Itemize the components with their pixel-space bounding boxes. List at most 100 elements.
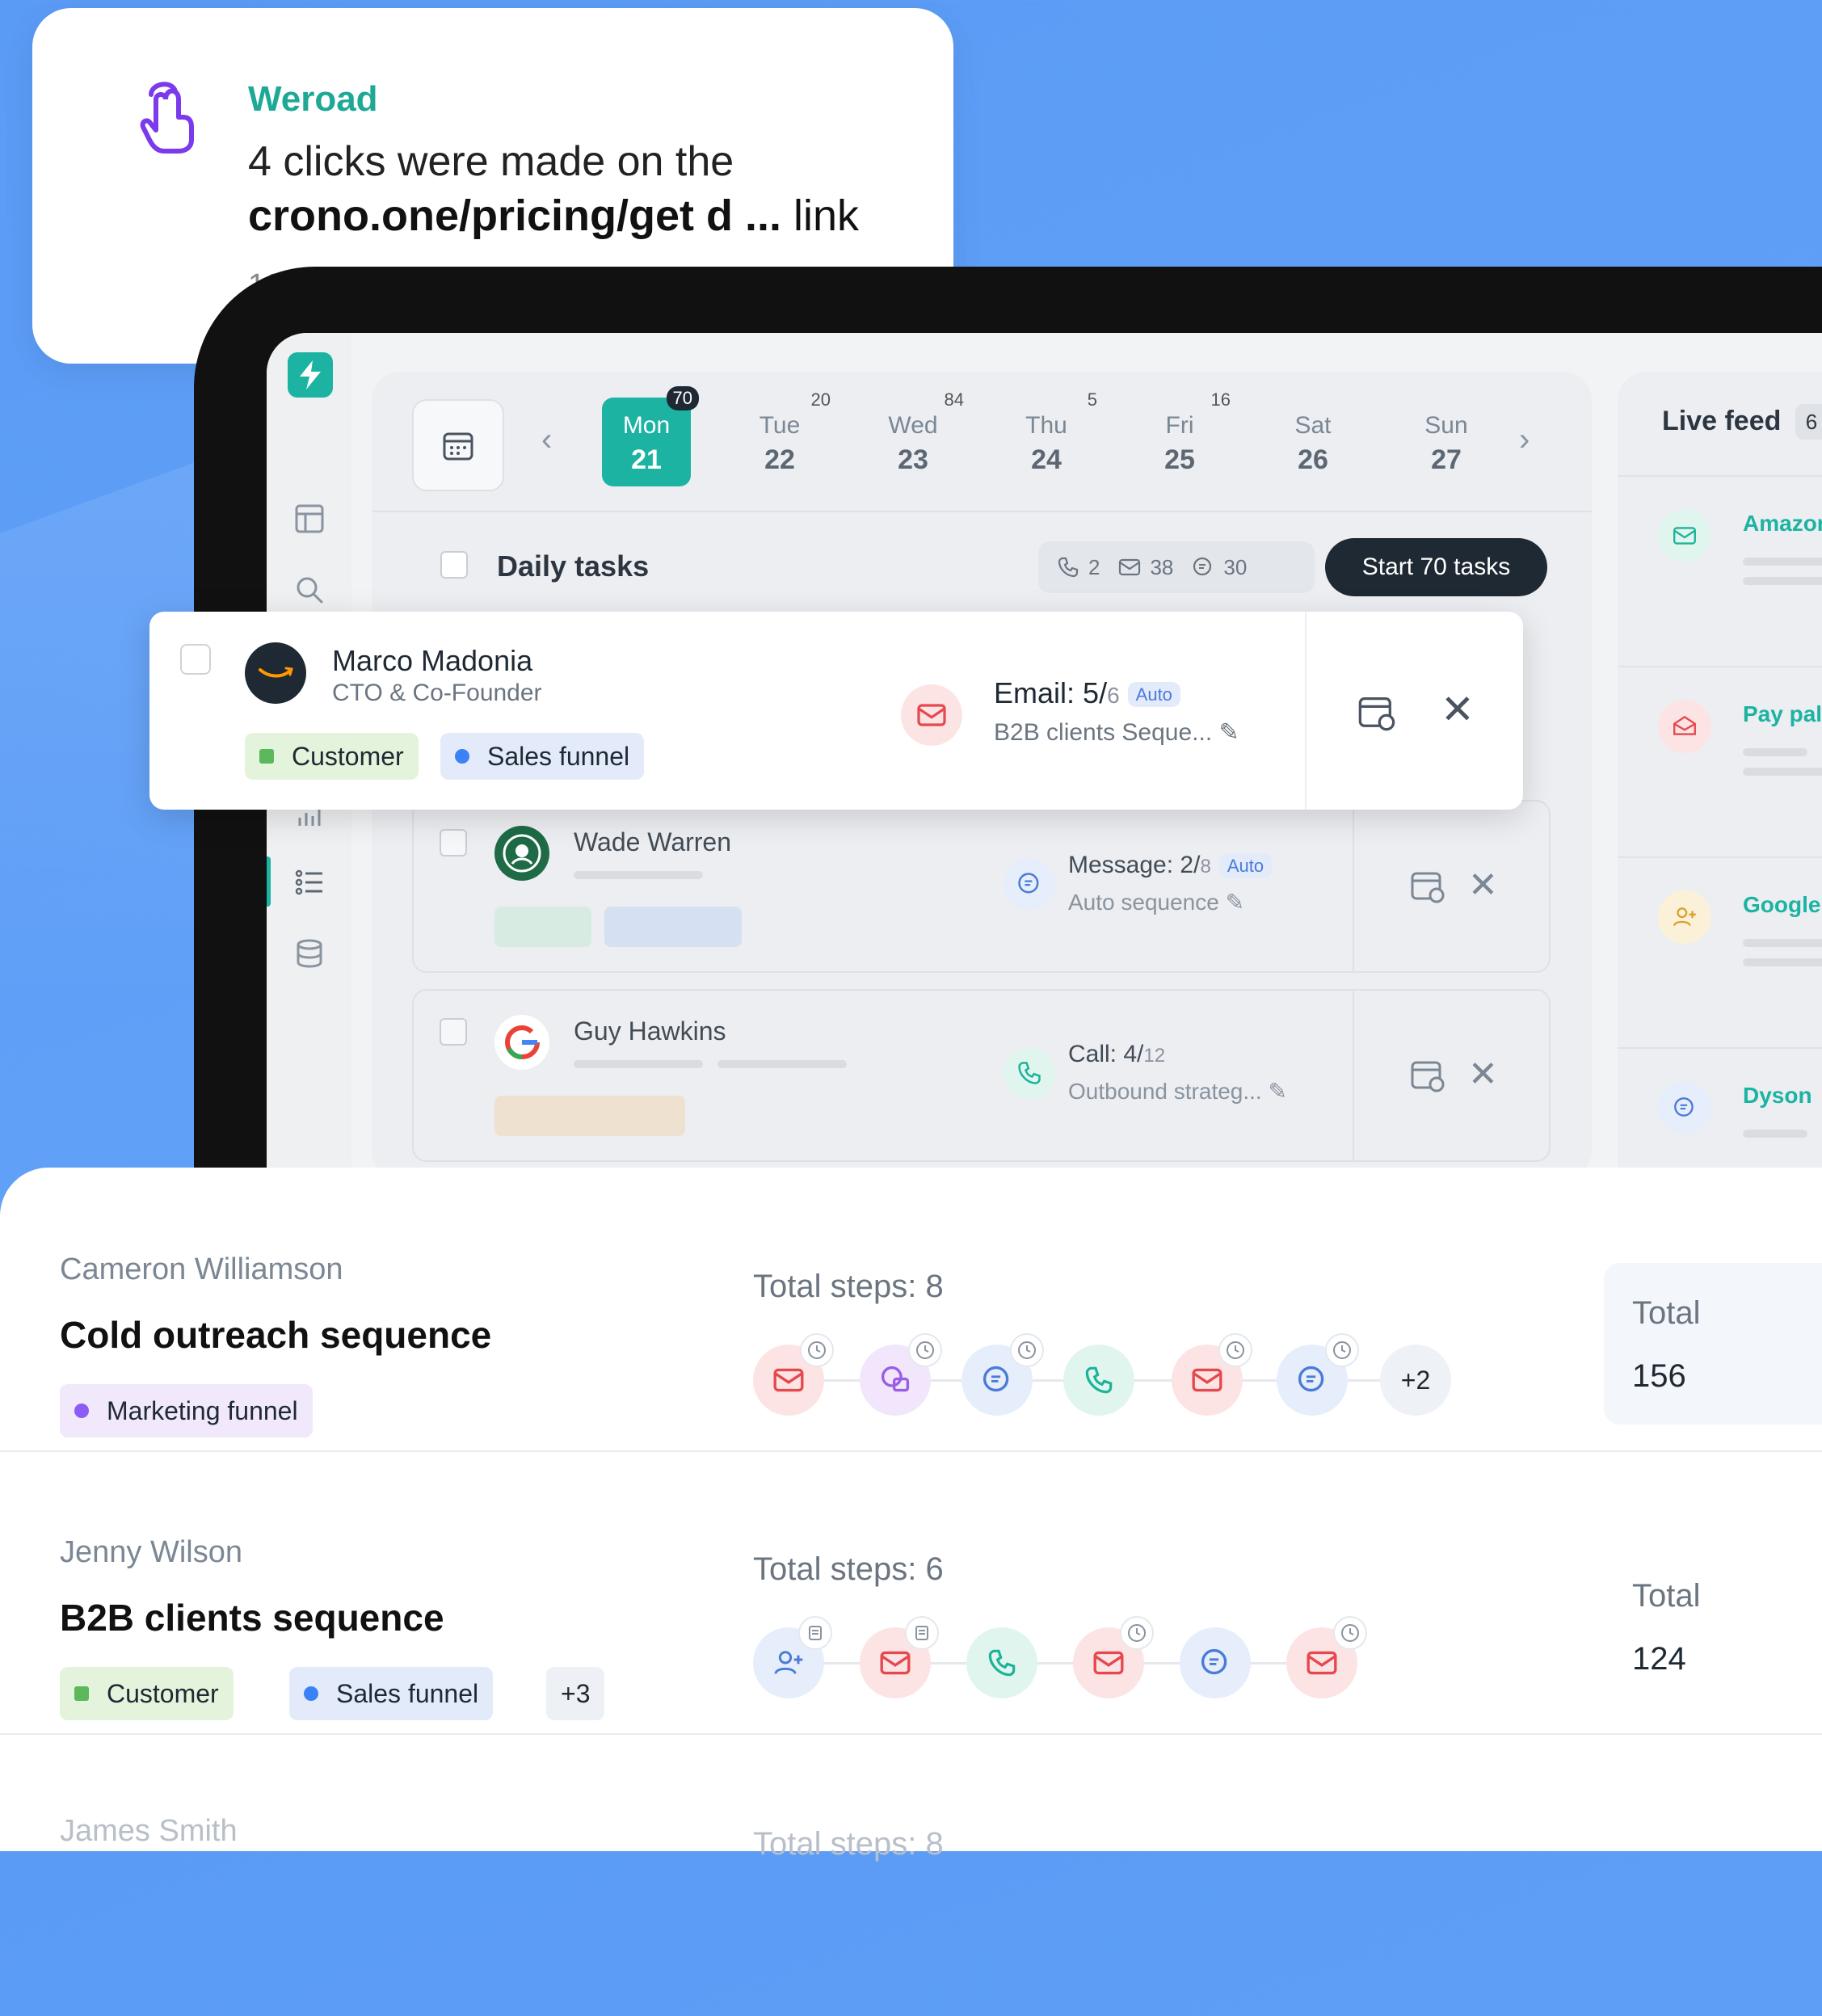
action-label: Call:	[1068, 1041, 1117, 1067]
day-thu[interactable]: 5 Thu 24	[1002, 389, 1097, 486]
placeholder-line	[574, 871, 703, 879]
call-step-icon[interactable]	[966, 1627, 1037, 1698]
amazon-logo-icon	[259, 667, 293, 678]
tag-sales-funnel[interactable]: Sales funnel	[289, 1667, 494, 1720]
clock-icon	[1325, 1333, 1359, 1367]
day-name: Mon	[622, 412, 671, 439]
starbucks-logo-icon	[503, 834, 541, 873]
task-checkbox[interactable]	[440, 829, 467, 856]
app-logo[interactable]	[288, 352, 333, 398]
email-count: 38	[1117, 555, 1173, 580]
placeholder-line	[1743, 748, 1807, 756]
feed-company: Dyson	[1743, 1083, 1812, 1108]
sidebar-active-indicator	[267, 856, 271, 907]
call-step-icon	[1004, 1047, 1055, 1099]
start-tasks-button[interactable]: Start 70 tasks	[1325, 538, 1547, 596]
bolt-icon	[300, 360, 321, 389]
tag-sales-funnel[interactable]: Sales funnel	[440, 733, 645, 780]
action-total: 6	[1107, 683, 1120, 708]
day-name: Wed	[888, 412, 938, 439]
total-value: 156	[1632, 1358, 1686, 1394]
tasks-list-icon[interactable]	[293, 866, 326, 899]
day-sat[interactable]: Sat 26	[1269, 398, 1357, 486]
sequence-name: Auto sequence ✎	[1068, 889, 1244, 915]
day-mon[interactable]: 70 Mon 21	[602, 386, 699, 486]
sequence-row[interactable]: James Smith Total steps: 8	[0, 1733, 1822, 2016]
close-icon[interactable]: ✕	[1468, 865, 1498, 906]
call-step-icon[interactable]	[1063, 1345, 1134, 1416]
day-name: Fri	[1165, 412, 1194, 439]
sequences-panel: Cameron Williamson Cold outreach sequenc…	[0, 1168, 1822, 1862]
database-icon[interactable]	[293, 937, 326, 970]
edit-pencil-icon[interactable]: ✎	[1226, 890, 1244, 915]
placeholder-line	[1743, 558, 1822, 566]
reschedule-calendar-icon[interactable]	[1409, 868, 1446, 905]
edit-pencil-icon[interactable]: ✎	[1219, 719, 1239, 746]
task-row[interactable]: Wade Warren Message: 2/8 Auto Auto sequen…	[412, 800, 1551, 973]
task-checkbox[interactable]	[440, 1018, 467, 1046]
close-icon[interactable]: ✕	[1468, 1054, 1498, 1095]
tag-marketing-funnel[interactable]: Marketing funnel	[60, 1384, 313, 1437]
reschedule-calendar-icon[interactable]	[1409, 1057, 1446, 1094]
feed-item[interactable]: Google	[1618, 856, 1822, 1049]
task-checkbox[interactable]	[180, 644, 211, 675]
notification-link-line: crono.one/pricing/get d ... link	[248, 191, 859, 241]
more-steps-badge[interactable]: +2	[1380, 1345, 1451, 1416]
action-step: 4/	[1123, 1041, 1144, 1067]
day-task-count: 5	[1087, 389, 1097, 410]
day-wed[interactable]: 84 Wed 23	[869, 389, 964, 486]
clock-icon	[1010, 1333, 1044, 1367]
action-step: 5/	[1083, 676, 1108, 709]
template-icon	[905, 1616, 939, 1650]
day-fri[interactable]: 16 Fri 25	[1135, 389, 1231, 486]
tag-placeholder	[604, 907, 742, 947]
avatar	[494, 826, 549, 881]
feed-item[interactable]: Amazon	[1618, 475, 1822, 667]
calendar-button[interactable]	[412, 399, 504, 491]
select-all-checkbox[interactable]	[440, 551, 468, 579]
search-icon[interactable]	[293, 574, 326, 606]
dashboard-icon[interactable]	[293, 503, 326, 535]
feed-item[interactable]: Dyson	[1618, 1047, 1822, 1173]
task-row[interactable]: Guy Hawkins Call: 4/12 Outbound strateg.…	[412, 989, 1551, 1162]
edit-pencil-icon[interactable]: ✎	[1269, 1079, 1287, 1104]
sequence-row[interactable]: Jenny Wilson B2B clients sequence Custom…	[0, 1450, 1822, 1735]
tag-color-dot	[455, 749, 469, 764]
action-total: 8	[1200, 856, 1211, 878]
notification-brand: Weroad	[248, 79, 378, 119]
day-number: 26	[1298, 444, 1328, 475]
tag-placeholder	[494, 907, 591, 947]
sequence-name: B2B clients Seque... ✎	[994, 718, 1239, 747]
placeholder-line	[1743, 939, 1822, 947]
total-value: 124	[1632, 1641, 1686, 1677]
message-step-icon[interactable]	[1180, 1627, 1251, 1698]
calendar-icon	[443, 432, 473, 461]
day-task-count: 16	[1210, 389, 1231, 410]
sequence-owner: Cameron Williamson	[60, 1252, 343, 1286]
close-icon[interactable]: ✕	[1441, 686, 1475, 733]
tag-customer[interactable]: Customer	[245, 733, 419, 780]
next-week-arrow[interactable]: ›	[1519, 422, 1530, 458]
message-icon	[1658, 1081, 1711, 1134]
day-sun[interactable]: Sun 27	[1402, 398, 1491, 486]
live-feed-title: Live feed	[1662, 406, 1782, 436]
placeholder-line	[1743, 768, 1822, 776]
task-type-counts: 2 38 30	[1038, 541, 1315, 593]
sequence-label: Outbound strateg...	[1068, 1079, 1262, 1104]
action-title: Email: 5/6 Auto	[994, 676, 1180, 710]
reschedule-calendar-icon[interactable]	[1357, 692, 1397, 733]
prev-week-arrow[interactable]: ‹	[541, 422, 552, 458]
sequence-owner: Jenny Wilson	[60, 1535, 242, 1569]
placeholder-line	[574, 1060, 703, 1068]
tag-customer[interactable]: Customer	[60, 1667, 234, 1720]
notification-link[interactable]: crono.one/pricing/get d ...	[248, 191, 781, 240]
live-feed-panel: Live feed 6 Amazon Pay pal Google	[1618, 372, 1822, 1173]
tag-color-dot	[74, 1404, 89, 1418]
sequence-row[interactable]: Cameron Williamson Cold outreach sequenc…	[0, 1168, 1822, 1452]
feed-item[interactable]: Pay pal	[1618, 666, 1822, 858]
more-tags-badge[interactable]: +3	[546, 1667, 605, 1720]
day-tue[interactable]: 20 Tue 22	[735, 389, 831, 486]
highlighted-task-card[interactable]: Marco Madonia CTO & Co-Founder Customer …	[149, 612, 1523, 810]
message-step-icon	[1004, 858, 1055, 910]
placeholder-line	[1743, 958, 1822, 966]
